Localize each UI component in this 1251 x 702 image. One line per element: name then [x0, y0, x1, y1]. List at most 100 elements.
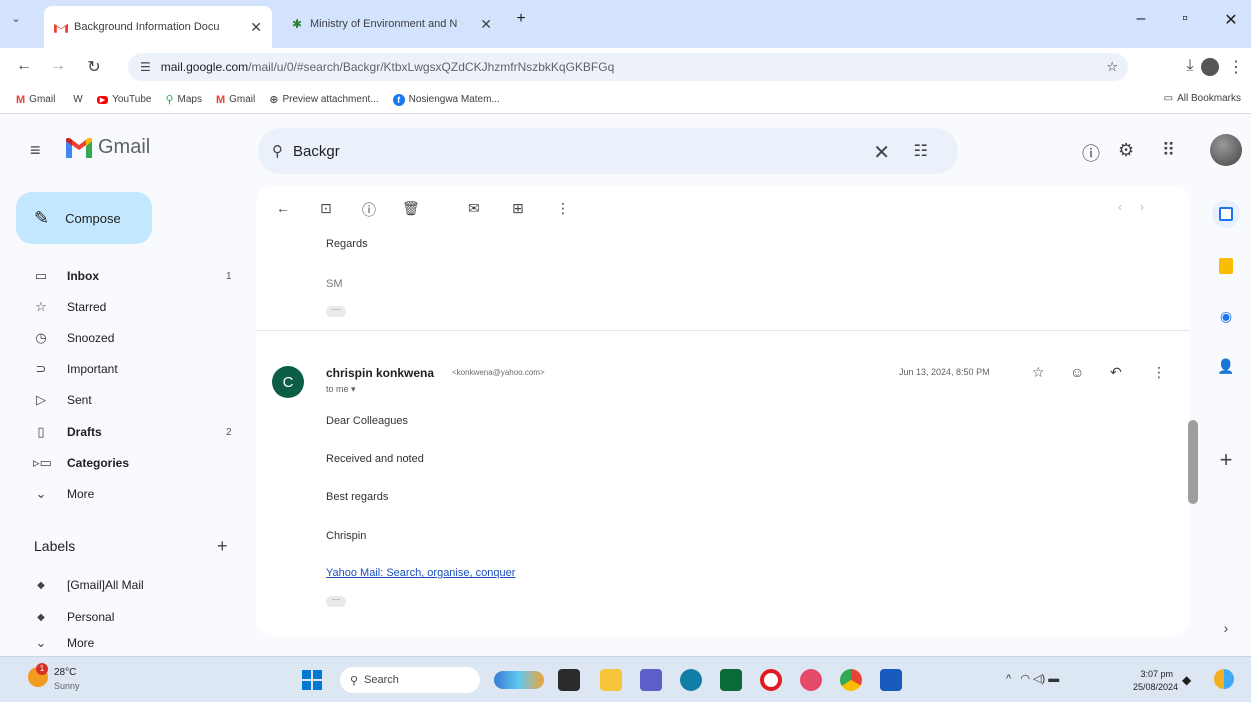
archive-icon[interactable]: ⊡	[320, 200, 332, 217]
tab-gmail[interactable]: Background Information Docu ✕	[44, 6, 272, 48]
sidebar-item-categories[interactable]: ▹▭ Categories	[0, 448, 248, 478]
sidebar-item-important[interactable]: ⊃ Important	[0, 354, 248, 384]
battery-icon[interactable]: ▬	[1048, 673, 1059, 685]
yahoo-mail-link[interactable]: Yahoo Mail: Search, organise, conquer	[326, 567, 515, 579]
chrome-icon[interactable]	[840, 669, 862, 691]
copilot-icon[interactable]	[1214, 669, 1234, 689]
sender-avatar[interactable]: C	[272, 366, 304, 398]
profile-avatar[interactable]	[1201, 58, 1219, 76]
apps-grid-icon[interactable]: ⠿	[1162, 140, 1175, 161]
sidebar-item-drafts[interactable]: ▯ Drafts 2	[0, 417, 248, 447]
gmail-logo[interactable]: Gmail	[66, 136, 150, 159]
store-icon[interactable]	[720, 669, 742, 691]
bookmark-youtube[interactable]: ▶ YouTube	[96, 94, 151, 105]
search-icon[interactable]: ⚲	[272, 142, 283, 160]
bookmark-star-icon[interactable]: ☆	[1106, 59, 1118, 75]
sidebar-item-sent[interactable]: ▷ Sent	[0, 385, 248, 415]
edge-icon[interactable]	[680, 669, 702, 691]
bookmark-facebook[interactable]: f Nosiengwa Matem...	[392, 93, 500, 106]
add-label-icon[interactable]: +	[217, 536, 228, 557]
send-icon: ▷	[36, 392, 46, 407]
opera-icon[interactable]	[760, 669, 782, 691]
site-info-icon[interactable]: ☰	[140, 60, 151, 74]
mark-unread-icon[interactable]: ✉	[468, 200, 480, 217]
add-ons-icon[interactable]: +	[1216, 447, 1236, 472]
system-tray[interactable]: ^ ◠ ◁) ▬	[1006, 672, 1059, 685]
close-tab-icon[interactable]: ✕	[480, 16, 492, 33]
url-field[interactable]: ☰ mail.google.com/mail/u/0/#search/Backg…	[128, 53, 1128, 81]
tab-search-icon[interactable]: ⌄	[6, 12, 26, 25]
teams-icon[interactable]	[640, 669, 662, 691]
notification-bell-icon[interactable]: ◆	[1182, 673, 1191, 687]
next-icon[interactable]: ›	[1140, 200, 1162, 214]
expand-panel-icon[interactable]: ›	[1216, 618, 1236, 638]
bookmark-label: Maps	[177, 94, 202, 105]
search-options-icon[interactable]: ☷	[914, 141, 928, 161]
settings-gear-icon[interactable]: ⚙	[1118, 140, 1134, 161]
calendar-icon[interactable]	[1212, 200, 1240, 228]
all-bookmarks[interactable]: ▭ All Bookmarks	[1164, 93, 1241, 104]
app-icon[interactable]	[800, 669, 822, 691]
bookmark-w[interactable]: W	[69, 94, 82, 105]
clock-time[interactable]: 3:07 pm	[1133, 669, 1173, 679]
word-icon[interactable]	[880, 669, 902, 691]
bookmark-preview[interactable]: ⊕ Preview attachment...	[269, 93, 378, 106]
emoji-react-icon[interactable]: ☺	[1070, 364, 1084, 380]
tasks-icon[interactable]: ◉	[1216, 306, 1236, 326]
scrollbar-thumb[interactable]	[1188, 420, 1198, 504]
label-item-all-mail[interactable]: ◆ [Gmail]All Mail	[0, 570, 248, 600]
recipient-details[interactable]: to me ▾	[326, 384, 356, 395]
main-menu-icon[interactable]: ≡	[30, 140, 41, 161]
reload-icon[interactable]: ↻	[84, 57, 104, 77]
browser-menu-icon[interactable]: ⋮	[1226, 57, 1246, 77]
task-view-icon[interactable]	[558, 669, 580, 691]
wifi-icon[interactable]: ◠	[1020, 673, 1030, 685]
account-avatar[interactable]	[1210, 134, 1242, 166]
chevron-up-icon[interactable]: ^	[1006, 673, 1011, 685]
sidebar-item-starred[interactable]: ☆ Starred	[0, 292, 248, 322]
message-more-icon[interactable]: ⋮	[1152, 364, 1166, 381]
download-icon[interactable]: ⤓	[1180, 57, 1200, 75]
new-tab-icon[interactable]: +	[508, 10, 534, 28]
back-icon[interactable]: ←	[14, 57, 34, 75]
search-bar[interactable]: ⚲ Backgr ✕ ☷	[258, 128, 958, 174]
delete-icon[interactable]: 🗑	[402, 200, 420, 217]
tab-ministry[interactable]: ✱ Ministry of Environment and N ✕	[280, 8, 502, 40]
reply-icon[interactable]: ↶	[1110, 364, 1122, 381]
forward-icon[interactable]: →	[48, 57, 68, 75]
bookmark-gmail-2[interactable]: M Gmail	[216, 94, 255, 106]
file-explorer-icon[interactable]	[600, 669, 622, 691]
show-trimmed-content[interactable]: ···	[326, 595, 346, 607]
label-item-personal[interactable]: ◆ Personal	[0, 602, 248, 632]
sidebar-item-more[interactable]: ⌄ More	[0, 479, 248, 509]
move-to-icon[interactable]: ⊞	[512, 200, 524, 217]
prev-icon[interactable]: ‹	[1118, 200, 1140, 214]
more-options-icon[interactable]: ⋮	[556, 200, 570, 217]
contacts-icon[interactable]: 👤	[1216, 356, 1236, 376]
bookmarks-bar: M Gmail W ▶ YouTube ⚲ Maps M Gmail ⊕ Preview …	[0, 86, 1251, 114]
clock-date[interactable]: 25/08/2024	[1133, 682, 1178, 692]
report-spam-icon[interactable]: ⓘ	[362, 200, 376, 220]
clear-search-icon[interactable]: ✕	[873, 140, 890, 165]
help-icon[interactable]: ⓘ	[1082, 140, 1100, 166]
volume-icon[interactable]: ◁)	[1033, 673, 1045, 685]
labels-more[interactable]: ⌄ More	[0, 633, 248, 653]
minimize-icon[interactable]: –	[1128, 10, 1154, 28]
sender-name[interactable]: chrispin konkwena	[326, 366, 434, 380]
bookmark-gmail[interactable]: M Gmail	[16, 94, 55, 106]
search-input[interactable]: Backgr	[293, 143, 340, 160]
widget-icon[interactable]	[494, 671, 544, 689]
sidebar-item-inbox[interactable]: ▭ Inbox 1	[0, 261, 248, 291]
keep-icon[interactable]	[1216, 256, 1236, 276]
back-to-list-icon[interactable]: ←	[276, 200, 290, 216]
taskbar-search[interactable]: ⚲ Search	[340, 667, 480, 693]
sidebar-item-snoozed[interactable]: ◷ Snoozed	[0, 323, 248, 353]
star-icon[interactable]: ☆	[1032, 364, 1045, 381]
windows-start-icon[interactable]	[302, 670, 322, 690]
close-window-icon[interactable]: ✕	[1218, 10, 1244, 30]
compose-button[interactable]: ✎ Compose	[16, 192, 152, 244]
restore-icon[interactable]: ▫	[1172, 10, 1198, 28]
close-tab-icon[interactable]: ✕	[250, 19, 262, 36]
show-trimmed-content[interactable]: ···	[326, 305, 346, 317]
bookmark-maps[interactable]: ⚲ Maps	[165, 93, 202, 106]
